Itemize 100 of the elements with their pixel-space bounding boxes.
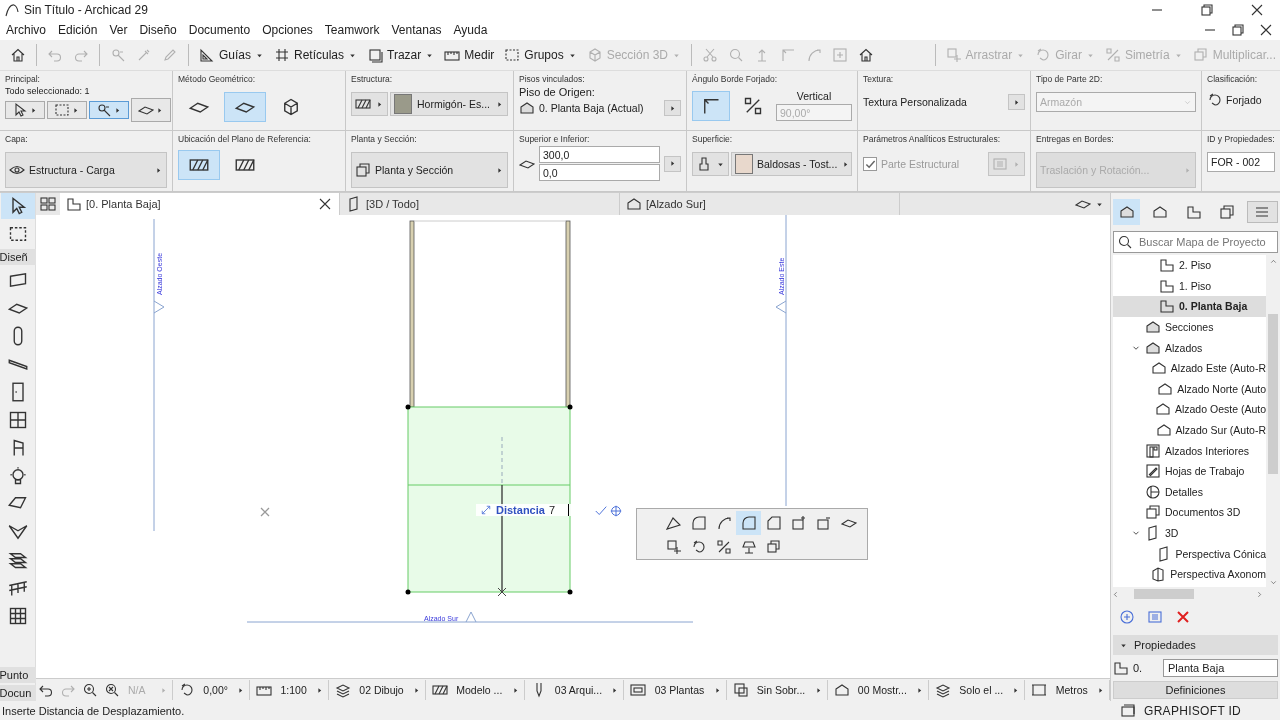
chamfer-icon[interactable]	[765, 515, 782, 531]
definitions-button[interactable]: Definiciones	[1113, 681, 1278, 699]
add-icon[interactable]	[1119, 609, 1135, 625]
restore-icon[interactable]	[1199, 2, 1215, 18]
menu-item[interactable]: Archivo	[0, 23, 52, 37]
elevation-marker[interactable]	[246, 611, 694, 623]
menu-item[interactable]: Ventanas	[385, 23, 448, 37]
tree-item[interactable]: 1. Piso	[1113, 275, 1266, 297]
menu-item[interactable]: Ayuda	[447, 23, 494, 37]
add-polygon-icon[interactable]	[790, 515, 807, 531]
view-setting-button[interactable]: Solo el ...	[931, 680, 1026, 700]
zoom-in-icon[interactable]	[82, 682, 98, 698]
top-field[interactable]: 300,0	[539, 146, 660, 163]
toolbar-button[interactable]: Grupos	[500, 43, 581, 67]
tree-item[interactable]: Alzado Sur (Auto-R	[1113, 419, 1266, 441]
fillet-icon[interactable]	[740, 515, 757, 531]
tracker-input[interactable]: 7	[548, 504, 569, 516]
view-setting-button[interactable]: 03 Arqui...	[526, 680, 625, 700]
selection-button[interactable]	[5, 101, 45, 119]
material-button[interactable]: Hormigón- Es...	[390, 92, 508, 116]
wall-icon[interactable]	[7, 270, 28, 290]
view-setting-button[interactable]: 03 Plantas	[626, 680, 727, 700]
fill-button[interactable]	[351, 92, 388, 116]
window-icon[interactable]	[7, 410, 28, 430]
view-setting-button[interactable]: Sin Sobr...	[728, 680, 828, 700]
floor-plan-button[interactable]: Planta y Sección	[351, 152, 508, 188]
scroll-down-icon[interactable]	[1268, 578, 1278, 587]
account-link[interactable]: GRAPHISOFT ID	[1144, 704, 1242, 718]
tree-item[interactable]: Alzados	[1113, 337, 1266, 358]
tree-item[interactable]: Secciones	[1113, 316, 1266, 338]
rotate-icon[interactable]	[690, 539, 707, 555]
view-setting-button[interactable]: 00 Mostr...	[829, 680, 930, 700]
elevation-marker[interactable]	[153, 218, 165, 532]
mirror-icon[interactable]	[715, 539, 732, 555]
marquee-icon[interactable]	[7, 224, 28, 244]
toolbar-button[interactable]: Guías	[195, 43, 268, 67]
tree-item[interactable]: 3D	[1113, 522, 1266, 544]
classification-value[interactable]: Forjado	[1226, 94, 1262, 106]
tree-item[interactable]: Alzado Oeste (Auto	[1113, 399, 1266, 420]
toolbar-button[interactable]: Trazar	[363, 43, 439, 67]
texture-button[interactable]	[1008, 94, 1025, 110]
close-icon[interactable]	[1249, 2, 1265, 18]
delete-icon[interactable]	[1175, 609, 1191, 625]
toolbox-section[interactable]: Punto	[0, 667, 36, 683]
restore-icon[interactable]	[1230, 22, 1246, 38]
tree-item[interactable]: Alzados Interiores	[1113, 440, 1266, 461]
toolbox-section[interactable]: Docun	[0, 685, 36, 701]
floor-plan-icon[interactable]	[1185, 204, 1202, 220]
menu-item[interactable]: Teamwork	[318, 23, 386, 37]
toolbar-button[interactable]: Retículas	[270, 43, 362, 67]
menu-item[interactable]: Ver	[103, 23, 134, 37]
properties-header[interactable]: Propiedades	[1113, 635, 1278, 655]
house-icon[interactable]	[858, 47, 875, 63]
hatch-top-icon[interactable]	[178, 150, 220, 180]
search-field[interactable]: Buscar Mapa de Proyecto	[1113, 231, 1278, 253]
wall-drawing[interactable]	[409, 220, 571, 408]
slab-top-icon[interactable]	[224, 92, 266, 122]
move-icon[interactable]	[665, 539, 682, 555]
elevation-marker[interactable]	[775, 215, 787, 507]
check-icon[interactable]	[594, 504, 608, 518]
brush-button[interactable]	[692, 152, 729, 176]
menu-item[interactable]: Edición	[52, 23, 104, 37]
tree-item[interactable]: Perspectiva Cónica	[1113, 543, 1266, 564]
close-icon[interactable]	[317, 196, 333, 212]
curtain-wall-icon[interactable]	[7, 606, 28, 626]
menu-item[interactable]: Opciones	[256, 23, 319, 37]
curve-icon[interactable]	[715, 515, 732, 531]
view-setting-button[interactable]: 1:100	[252, 680, 330, 700]
surface-button[interactable]: Baldosas - Tost...	[731, 152, 852, 176]
railing-icon[interactable]	[7, 578, 28, 598]
tile-view-icon[interactable]	[40, 196, 56, 212]
elevation-menu-button[interactable]	[664, 155, 681, 172]
tree-item[interactable]: Alzado Norte (Auto	[1113, 378, 1266, 400]
toolbar-button[interactable]: Medir	[440, 43, 499, 67]
windows-icon[interactable]	[1120, 703, 1136, 719]
scroll-up-icon[interactable]	[1268, 257, 1278, 266]
bottom-field[interactable]: 0,0	[539, 164, 660, 181]
menu-item[interactable]: Documento	[182, 23, 257, 37]
view-tab[interactable]: [0. Planta Baja]	[60, 193, 340, 215]
house-icon[interactable]	[10, 47, 26, 63]
house-icon[interactable]	[1118, 204, 1135, 220]
selection-button[interactable]	[89, 101, 129, 119]
view-setting-button[interactable]: 02 Dibujo	[331, 680, 426, 700]
tree-item[interactable]: Documentos 3D	[1113, 502, 1266, 523]
view-setting-button[interactable]: 0,00°	[175, 680, 251, 700]
shell-icon[interactable]	[7, 522, 28, 542]
vertical-edge-icon[interactable]	[692, 90, 730, 121]
tree-item[interactable]: Hojas de Trabajo	[1113, 460, 1266, 482]
tree-item[interactable]: 0. Planta Baja	[1113, 296, 1266, 317]
layer-button[interactable]: Estructura - Carga	[5, 152, 167, 188]
selection-button[interactable]	[131, 98, 171, 122]
subtract-polygon-icon[interactable]	[815, 515, 832, 531]
tree-item[interactable]: Detalles	[1113, 481, 1266, 503]
menu-item[interactable]: Diseño	[133, 23, 183, 37]
tree-item[interactable]: Alzado Este (Auto-R	[1113, 357, 1266, 379]
stacked-pages-icon[interactable]	[1218, 204, 1235, 220]
stair-icon[interactable]	[7, 550, 28, 570]
tree-item[interactable]: Perspectiva Axonom	[1113, 563, 1266, 585]
crosshair-icon[interactable]	[609, 504, 623, 518]
close-icon[interactable]	[1258, 22, 1274, 38]
